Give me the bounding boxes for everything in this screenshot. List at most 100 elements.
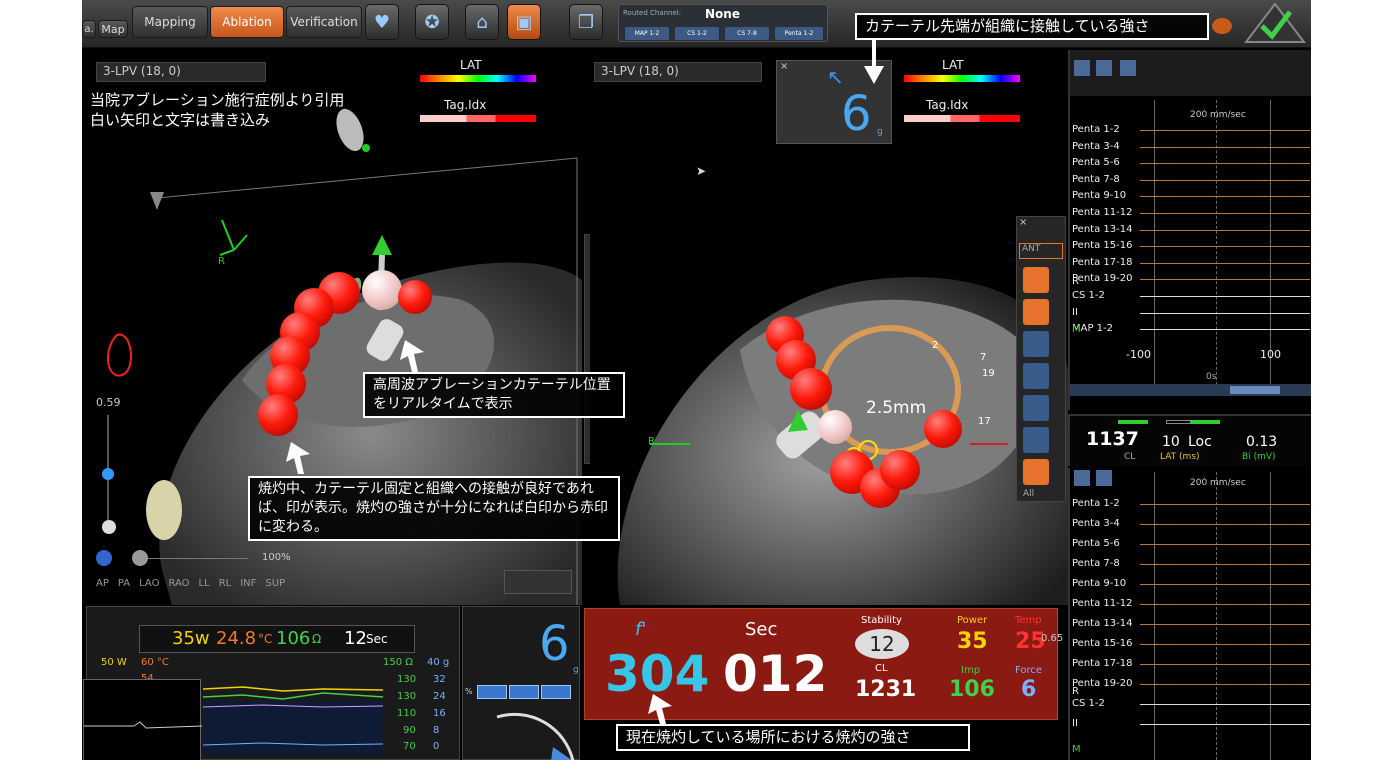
tab-mapping[interactable]: Mapping <box>132 6 208 38</box>
sec-label: Sec <box>745 619 778 640</box>
map-button[interactable]: Map <box>98 20 128 38</box>
egm-top-marker-r: R <box>1072 276 1079 287</box>
view-pa[interactable]: PA <box>118 578 130 589</box>
user-icon[interactable] <box>1212 18 1232 34</box>
force-value: 6 <box>841 86 872 142</box>
egm-top-scroll-thumb[interactable] <box>1230 386 1280 394</box>
tab-ablation[interactable]: Ablation <box>210 6 284 38</box>
all-label: All <box>1023 489 1035 499</box>
stability-value: 12 <box>855 629 909 659</box>
right-map-panel[interactable]: 2.5mm 2 7 19 17 R 3-LPV (18, 0) × ↖ 6 g … <box>590 50 1068 605</box>
egm-lead-label: Penta 3-4 <box>1072 140 1120 152</box>
orient-select[interactable]: ANT <box>1019 243 1063 259</box>
egm-top-gridline <box>1270 100 1271 385</box>
gen-temp: 24.8 <box>216 628 257 649</box>
view-ll[interactable]: LL <box>199 578 210 589</box>
mini-egm <box>83 679 203 760</box>
partial-button[interactable]: a. <box>82 20 96 38</box>
left-reset-icon[interactable] <box>102 520 116 534</box>
egm-tool-icon[interactable] <box>1074 60 1090 76</box>
annotation-contact-force: カテーテル先端が組織に接触している強さ <box>855 13 1209 40</box>
tag-red-icon[interactable] <box>1023 267 1049 293</box>
zoom-icon[interactable] <box>132 550 148 566</box>
side-value: 0.65 <box>1041 633 1064 644</box>
egm-tool-icon[interactable] <box>1096 470 1112 486</box>
routed-label: Routed Channel: <box>623 9 682 17</box>
left-view-select[interactable]: 3-LPV (18, 0) <box>96 62 266 82</box>
generator-readout: 35w 24.8 °C 106 Ω 12 Sec <box>139 625 415 653</box>
egm-top-gridline <box>1154 100 1155 385</box>
egm-lead-label: Penta 3-4 <box>1072 518 1120 529</box>
source-note-line-2: 白い矢印と文字は書き込み <box>90 111 271 129</box>
lesion-tag[interactable] <box>258 394 298 436</box>
egm-tool-icon[interactable] <box>1074 470 1090 486</box>
camera-icon[interactable]: ▣ <box>507 4 541 40</box>
gen-imp-scale-top: 150 Ω <box>383 657 413 668</box>
grid-icon[interactable] <box>1023 363 1049 389</box>
screens-icon[interactable]: ❐ <box>569 4 603 40</box>
tag-point-icon[interactable] <box>1023 331 1049 357</box>
channel-cs-1-2[interactable]: CS 1-2 <box>675 27 719 40</box>
egm-tool-icon[interactable] <box>1096 60 1112 76</box>
lesion-tag[interactable] <box>880 450 920 490</box>
heart-icon[interactable]: ♥ <box>365 4 399 40</box>
view-lao[interactable]: LAO <box>139 578 159 589</box>
force-bar-segment <box>509 685 539 699</box>
routed-channel[interactable]: Routed Channel: None MAP 1-2 CS 1-2 CS 7… <box>618 4 828 42</box>
egm-bottom-panel[interactable]: 200 mm/sec Penta 1-2 Penta 3-4 Penta 5-6 Pe… <box>1068 468 1311 760</box>
lesion-tag-white[interactable] <box>362 270 402 310</box>
force-box-close-icon[interactable]: × <box>780 61 788 72</box>
check-icon[interactable] <box>1243 2 1307 44</box>
dome-icon[interactable]: ⌂ <box>465 4 499 40</box>
lesion-tag[interactable] <box>924 410 962 448</box>
electrode-label-19: 19 <box>982 368 995 379</box>
egm-bottom-speed: 200 mm/sec <box>1190 478 1246 488</box>
power-label: Power <box>957 615 988 626</box>
gen-force-scale-top: 40 g <box>427 657 450 668</box>
egm-trace <box>1140 624 1310 625</box>
zoom-track[interactable] <box>148 558 248 559</box>
view-rao[interactable]: RAO <box>168 578 189 589</box>
channel-map-1-2[interactable]: MAP 1-2 <box>625 27 669 40</box>
lesion-tag[interactable] <box>398 280 432 314</box>
tab-verification[interactable]: Verification <box>286 6 362 38</box>
power-value: 35 <box>957 629 988 654</box>
view-inf[interactable]: INF <box>240 578 256 589</box>
lesion-tag[interactable] <box>790 368 832 410</box>
egm-top-scrollbar[interactable] <box>1070 384 1311 396</box>
egm-top-toolbar <box>1070 50 1311 96</box>
rotate-icon[interactable] <box>96 550 112 566</box>
egm-tool-icon[interactable] <box>1120 60 1136 76</box>
view-sup[interactable]: SUP <box>265 578 285 589</box>
channel-cs-7-8[interactable]: CS 7-8 <box>725 27 769 40</box>
palette-icon[interactable] <box>1023 395 1049 421</box>
egm-bottom-marker-r: R <box>1072 686 1079 697</box>
compass-icon[interactable]: ✪ <box>415 4 449 40</box>
egm-lead-label: Penta 15-16 <box>1072 240 1133 252</box>
cursor-icon: ➤ <box>696 164 707 178</box>
left-lat-colorbar <box>420 75 536 82</box>
tag-multi-icon[interactable] <box>1023 299 1049 325</box>
catheter-icon[interactable] <box>1023 459 1049 485</box>
left-map-tools[interactable] <box>504 570 572 594</box>
right-view-select[interactable]: 3-LPV (18, 0) <box>594 62 762 82</box>
view-rl[interactable]: RL <box>219 578 232 589</box>
left-slider-handle[interactable] <box>102 468 114 480</box>
tag-strip-close-icon[interactable]: × <box>1019 217 1027 228</box>
channel-penta-1-2[interactable]: Penta 1-2 <box>775 27 823 40</box>
egm-top-panel[interactable]: 200 mm/sec Penta 1-2 Penta 3-4 Penta 5-6 Pe… <box>1068 50 1311 410</box>
temp-label: Temp <box>1015 615 1042 626</box>
arrow-lesion-marker <box>286 442 310 474</box>
egm-trace <box>1140 296 1310 297</box>
imp-label: Imp <box>961 665 981 676</box>
egm-top-marker-m: M <box>1072 324 1081 335</box>
grid-dots-icon[interactable] <box>1023 427 1049 453</box>
left-slider-value: 0.59 <box>96 396 121 409</box>
cl-label: CL <box>1124 452 1136 462</box>
generator-panel: 35w 24.8 °C 106 Ω 12 Sec 50 W 60 °C 54 1… <box>83 606 460 760</box>
force-unit: g <box>877 127 883 137</box>
bi-label: Bi (mV) <box>1242 452 1276 462</box>
view-ap[interactable]: AP <box>96 578 109 589</box>
lesion-tag-white[interactable] <box>818 410 852 444</box>
right-tag-label: Tag.Idx <box>926 98 969 112</box>
